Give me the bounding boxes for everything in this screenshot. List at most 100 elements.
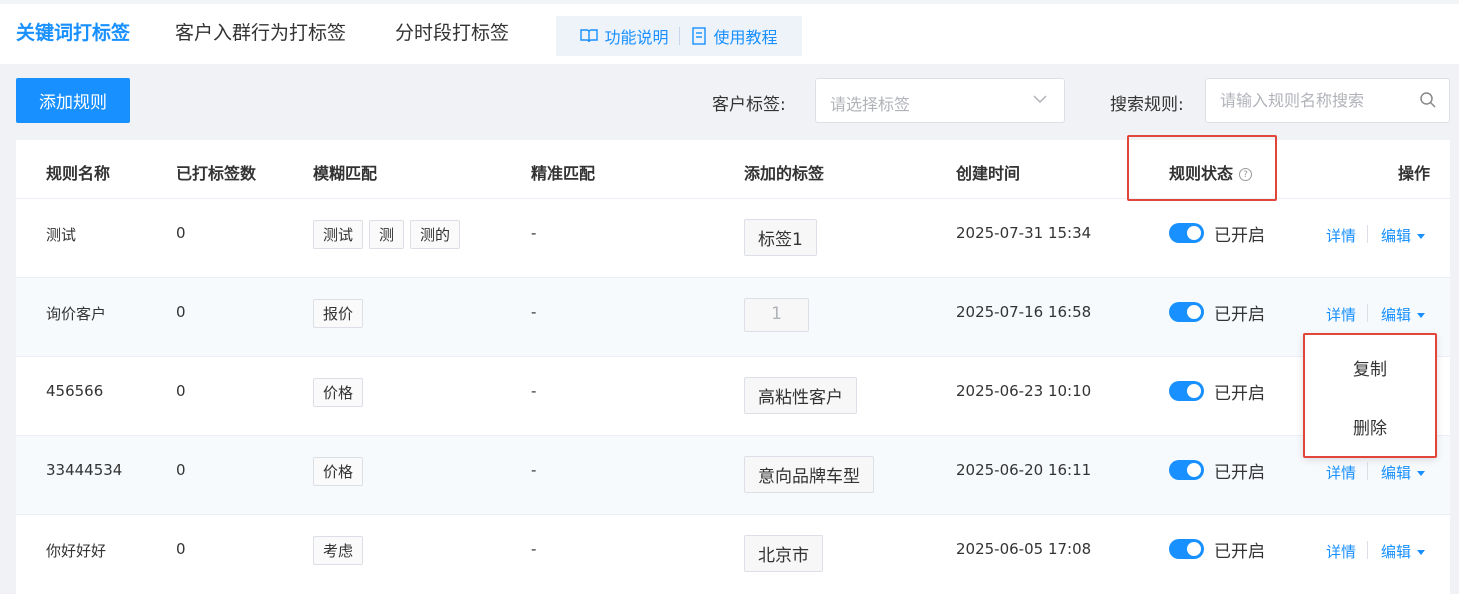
help-links: 功能说明 使用教程 xyxy=(556,16,802,56)
keyword-chip: 考虑 xyxy=(313,536,364,565)
tab-time-period-tagging[interactable]: 分时段打标签 xyxy=(395,18,509,45)
edit-dropdown[interactable]: 编辑 xyxy=(1381,304,1426,325)
status-label: 已开启 xyxy=(1214,384,1265,404)
tag-label: 1 xyxy=(744,298,809,332)
delete-menu-item[interactable]: 删除 xyxy=(1305,414,1435,439)
op-divider xyxy=(1367,304,1368,322)
fuzzy-keywords: 报价 xyxy=(313,299,369,328)
status-toggle[interactable] xyxy=(1169,381,1204,401)
fuzzy-keywords: 价格 xyxy=(313,457,369,486)
feature-description-label: 功能说明 xyxy=(604,28,669,47)
tab-keyword-tagging[interactable]: 关键词打标签 xyxy=(16,18,130,45)
tagged-count: 0 xyxy=(176,382,186,400)
caret-down-icon xyxy=(1417,313,1426,318)
search-rule-label: 搜索规则: xyxy=(1110,95,1184,115)
edit-label: 编辑 xyxy=(1381,306,1412,324)
document-icon xyxy=(690,27,708,45)
op-divider xyxy=(1367,462,1368,480)
exact-keywords: - xyxy=(531,461,537,479)
rule-name: 你好好好 xyxy=(46,542,107,560)
rules-table: 规则名称 已打标签数 模糊匹配 精准匹配 添加的标签 创建时间 规则状态? 操作… xyxy=(16,140,1450,594)
tab-group-join-tagging[interactable]: 客户入群行为打标签 xyxy=(175,18,346,45)
created-time: 2025-06-05 17:08 xyxy=(956,540,1092,558)
exact-keywords: - xyxy=(531,382,537,400)
edit-label: 编辑 xyxy=(1381,464,1412,482)
status-label: 已开启 xyxy=(1214,305,1265,325)
tag-label: 高粘性客户 xyxy=(744,377,857,414)
created-time: 2025-07-31 15:34 xyxy=(956,224,1092,242)
header-operations: 操作 xyxy=(1398,164,1431,183)
edit-dropdown[interactable]: 编辑 xyxy=(1381,541,1426,562)
book-icon xyxy=(580,27,599,45)
tag-label: 标签1 xyxy=(744,219,817,256)
status-toggle[interactable] xyxy=(1169,223,1204,243)
add-rule-button[interactable]: 添加规则 xyxy=(16,78,130,123)
fuzzy-keywords: 测试测测的 xyxy=(313,220,466,249)
header-tagged-count: 已打标签数 xyxy=(176,164,257,183)
copy-menu-item[interactable]: 复制 xyxy=(1305,355,1435,380)
customer-tag-select[interactable]: 请选择标签 xyxy=(815,78,1065,123)
header-fuzzy-match: 模糊匹配 xyxy=(313,164,378,183)
edit-label: 编辑 xyxy=(1381,543,1412,561)
keyword-chip: 测试 xyxy=(313,220,364,249)
edit-dropdown[interactable]: 编辑 xyxy=(1381,462,1426,483)
search-rule-input[interactable] xyxy=(1206,79,1406,122)
header-created-time: 创建时间 xyxy=(956,164,1021,183)
edit-dropdown-menu: 复制 删除 xyxy=(1303,333,1437,458)
tag-label: 意向品牌车型 xyxy=(744,456,874,493)
tutorial-link[interactable]: 使用教程 xyxy=(690,24,778,48)
caret-down-icon xyxy=(1417,550,1426,555)
tag-label: 北京市 xyxy=(744,535,823,572)
search-rule-box xyxy=(1205,78,1450,123)
op-divider xyxy=(1367,541,1368,559)
table-row: 你好好好 0 考虑 - 北京市 2025-06-05 17:08 已开启 详情 … xyxy=(16,515,1450,594)
detail-link[interactable]: 详情 xyxy=(1326,225,1356,246)
chevron-down-icon xyxy=(1032,91,1048,111)
detail-link[interactable]: 详情 xyxy=(1326,541,1356,562)
header-exact-match: 精准匹配 xyxy=(531,164,596,183)
caret-down-icon xyxy=(1417,234,1426,239)
keyword-chip: 测 xyxy=(369,220,405,249)
header-added-tags: 添加的标签 xyxy=(744,164,825,183)
status-toggle[interactable] xyxy=(1169,539,1204,559)
help-divider xyxy=(678,27,680,45)
created-time: 2025-06-20 16:11 xyxy=(956,461,1092,479)
fuzzy-keywords: 价格 xyxy=(313,378,369,407)
status-header-highlight xyxy=(1127,135,1277,201)
search-icon[interactable] xyxy=(1419,91,1437,113)
exact-keywords: - xyxy=(531,540,537,558)
keyword-chip: 价格 xyxy=(313,457,364,486)
edit-dropdown[interactable]: 编辑 xyxy=(1381,225,1426,246)
status-toggle[interactable] xyxy=(1169,302,1204,322)
exact-keywords: - xyxy=(531,303,537,321)
status-label: 已开启 xyxy=(1214,542,1265,562)
tutorial-label: 使用教程 xyxy=(713,28,778,47)
tagged-count: 0 xyxy=(176,224,186,242)
table-row: 456566 0 价格 - 高粘性客户 2025-06-23 10:10 已开启 xyxy=(16,357,1450,436)
rule-name: 测试 xyxy=(46,226,77,244)
detail-link[interactable]: 详情 xyxy=(1326,462,1356,483)
header-rule-name: 规则名称 xyxy=(46,164,111,183)
detail-link[interactable]: 详情 xyxy=(1326,304,1356,325)
status-label: 已开启 xyxy=(1214,226,1265,246)
keyword-chip: 报价 xyxy=(313,299,364,328)
table-row: 询价客户 0 报价 - 1 2025-07-16 16:58 已开启 详情 编辑 xyxy=(16,278,1450,357)
table-row: 测试 0 测试测测的 - 标签1 2025-07-31 15:34 已开启 详情… xyxy=(16,199,1450,278)
fuzzy-keywords: 考虑 xyxy=(313,536,369,565)
rule-name: 询价客户 xyxy=(46,305,107,323)
keyword-chip: 测的 xyxy=(410,220,461,249)
customer-tag-label: 客户标签: xyxy=(712,95,786,115)
tagged-count: 0 xyxy=(176,540,186,558)
caret-down-icon xyxy=(1417,471,1426,476)
feature-description-link[interactable]: 功能说明 xyxy=(580,24,669,48)
rule-name: 456566 xyxy=(46,382,104,400)
table-row: 33444534 0 价格 - 意向品牌车型 2025-06-20 16:11 … xyxy=(16,436,1450,515)
created-time: 2025-06-23 10:10 xyxy=(956,382,1092,400)
op-divider xyxy=(1367,225,1368,243)
edit-label: 编辑 xyxy=(1381,227,1412,245)
status-toggle[interactable] xyxy=(1169,460,1204,480)
tagged-count: 0 xyxy=(176,461,186,479)
tagged-count: 0 xyxy=(176,303,186,321)
status-label: 已开启 xyxy=(1214,463,1265,483)
keyword-chip: 价格 xyxy=(313,378,364,407)
